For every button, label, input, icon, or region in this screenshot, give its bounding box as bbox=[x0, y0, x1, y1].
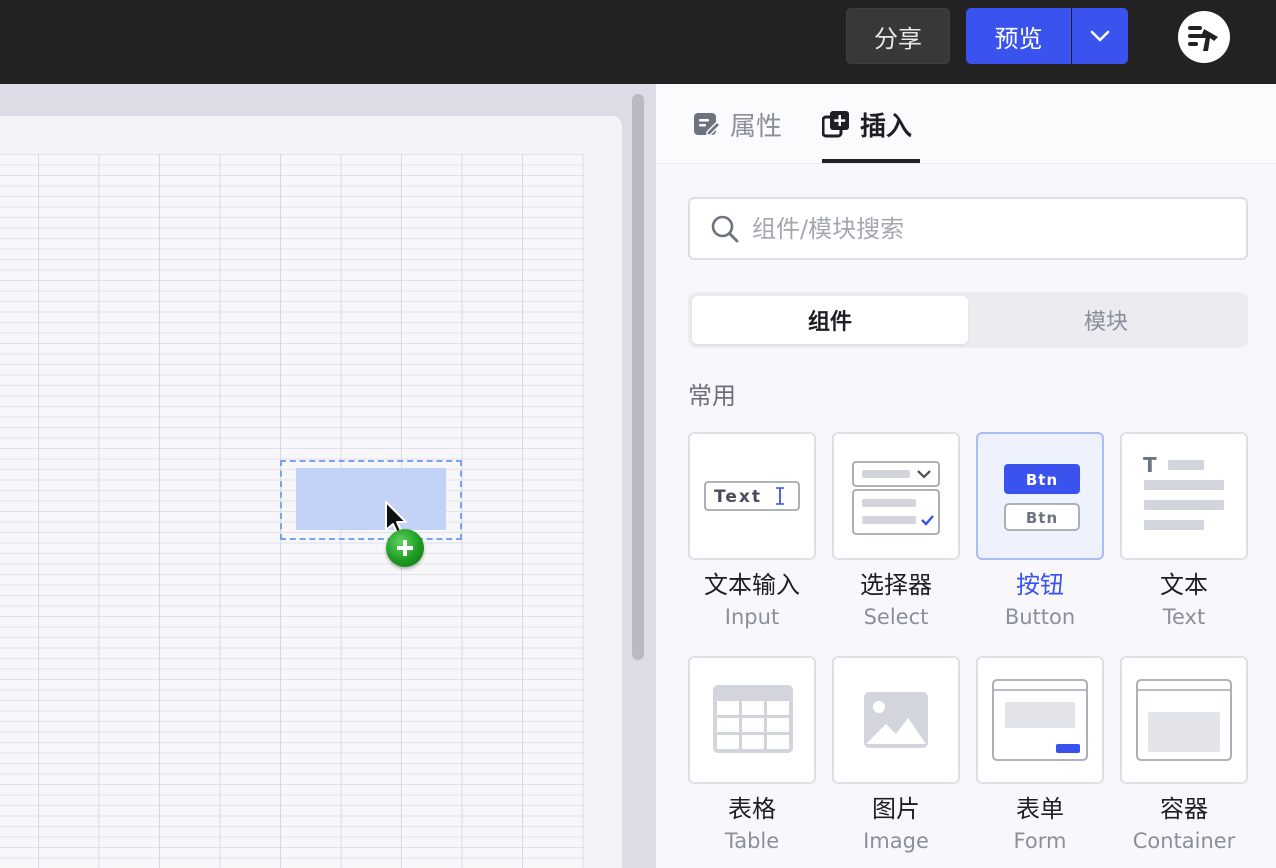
preview-dropdown-button[interactable] bbox=[1072, 8, 1128, 64]
component-card-table[interactable]: 表格 Table bbox=[688, 656, 816, 856]
container-icon bbox=[1136, 679, 1232, 761]
card-preview bbox=[832, 656, 960, 784]
image-icon bbox=[864, 692, 928, 748]
card-name: 文本 bbox=[1160, 571, 1208, 599]
card-name: 表单 bbox=[1016, 795, 1064, 823]
card-preview: Btn Btn bbox=[976, 432, 1104, 560]
segmented-control: 组件 模块 bbox=[688, 292, 1248, 348]
svg-text:T: T bbox=[1143, 453, 1157, 477]
component-card-text[interactable]: T 文本 Text bbox=[1120, 432, 1248, 632]
search-input[interactable] bbox=[752, 214, 1222, 243]
card-sub: Select bbox=[863, 605, 929, 629]
active-tab-indicator bbox=[822, 159, 920, 163]
svg-text:Btn: Btn bbox=[1026, 509, 1058, 527]
component-card-form[interactable]: 表单 Form bbox=[976, 656, 1104, 856]
card-name: 文本输入 bbox=[704, 571, 800, 599]
card-sub: Container bbox=[1132, 829, 1236, 853]
component-card-input[interactable]: Text 文本输入 Input bbox=[688, 432, 816, 632]
avatar-logo-icon bbox=[1188, 26, 1218, 51]
button-icon: Btn Btn bbox=[1004, 464, 1080, 531]
component-card-container[interactable]: 容器 Container bbox=[1120, 656, 1248, 856]
component-search[interactable] bbox=[688, 197, 1248, 260]
tab-insert-label: 插入 bbox=[860, 111, 913, 142]
segment-components[interactable]: 组件 bbox=[692, 296, 968, 344]
tab-properties[interactable]: 属性 bbox=[692, 84, 782, 164]
share-button[interactable]: 分享 bbox=[846, 8, 950, 64]
right-panel: 属性 插入 组件 模块 常用 Text bbox=[656, 84, 1276, 868]
panel-tabs: 属性 插入 bbox=[656, 84, 1276, 164]
component-card-button[interactable]: Btn Btn 按钮 Button bbox=[976, 432, 1104, 632]
card-name: 选择器 bbox=[860, 571, 932, 599]
section-title-common: 常用 bbox=[688, 382, 736, 410]
card-preview bbox=[976, 656, 1104, 784]
tab-properties-label: 属性 bbox=[730, 111, 783, 142]
add-plus-icon bbox=[386, 529, 424, 567]
tab-insert[interactable]: 插入 bbox=[822, 84, 912, 164]
card-preview: Text bbox=[688, 432, 816, 560]
card-preview: T bbox=[1120, 432, 1248, 560]
card-sub: Input bbox=[724, 605, 780, 629]
card-name: 表格 bbox=[728, 795, 776, 823]
canvas-scrollbar[interactable] bbox=[632, 94, 644, 660]
component-card-select[interactable]: 选择器 Select bbox=[832, 432, 960, 632]
text-icon: T bbox=[1143, 453, 1224, 530]
card-name: 图片 bbox=[872, 795, 920, 823]
edit-properties-icon bbox=[694, 113, 720, 136]
chevron-down-icon bbox=[1090, 30, 1110, 42]
card-sub: Table bbox=[724, 829, 780, 853]
svg-text:Text: Text bbox=[714, 487, 762, 507]
card-sub: Text bbox=[1162, 605, 1206, 629]
drop-target-outline bbox=[280, 460, 462, 540]
svg-text:Btn: Btn bbox=[1026, 471, 1058, 489]
card-preview bbox=[688, 656, 816, 784]
card-name: 容器 bbox=[1160, 795, 1208, 823]
insert-add-icon bbox=[822, 111, 849, 138]
table-icon bbox=[713, 685, 793, 753]
search-icon bbox=[711, 215, 739, 242]
top-bar: 分享 预览 bbox=[0, 0, 1276, 84]
segment-modules[interactable]: 模块 bbox=[968, 296, 1244, 344]
form-icon bbox=[992, 679, 1088, 761]
select-icon bbox=[852, 461, 940, 535]
text-input-icon: Text bbox=[704, 481, 800, 511]
avatar[interactable] bbox=[1178, 11, 1230, 63]
card-name: 按钮 bbox=[1016, 571, 1064, 599]
card-preview bbox=[1120, 656, 1248, 784]
card-sub: Image bbox=[863, 829, 929, 853]
preview-button[interactable]: 预览 bbox=[966, 8, 1071, 64]
card-sub: Button bbox=[1004, 605, 1076, 629]
component-card-image[interactable]: 图片 Image bbox=[832, 656, 960, 856]
card-sub: Form bbox=[1013, 829, 1067, 853]
card-preview bbox=[832, 432, 960, 560]
